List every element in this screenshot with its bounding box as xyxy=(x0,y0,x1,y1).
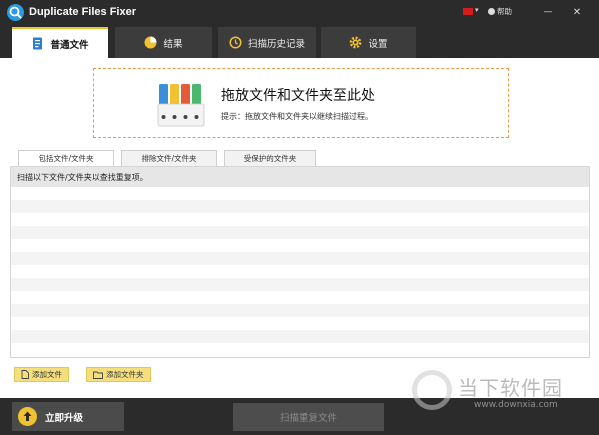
folder-list[interactable]: 扫描以下文件/文件夹以查找重复项。 xyxy=(10,166,590,358)
tab-scan-history[interactable]: 扫描历史记录 xyxy=(218,27,316,58)
drop-zone-hint: 提示：拖放文件和文件夹以继续扫描过程。 xyxy=(221,112,373,121)
minimize-button[interactable]: — xyxy=(540,4,556,20)
add-file-label: 添加文件 xyxy=(32,370,62,379)
list-row xyxy=(11,317,589,330)
pie-chart-icon xyxy=(144,36,157,49)
main-panel: 拖放文件和文件夹至此处 提示：拖放文件和文件夹以继续扫描过程。 包括文件/文件夹… xyxy=(0,58,599,398)
list-row xyxy=(11,278,589,291)
tab-label: 设置 xyxy=(368,38,388,50)
tab-results[interactable]: 结果 xyxy=(115,27,212,58)
folder-icon xyxy=(93,371,103,379)
list-row xyxy=(11,226,589,239)
file-icon xyxy=(21,370,29,379)
binders-icon xyxy=(157,84,205,127)
list-row xyxy=(11,291,589,304)
main-tab-bar: 普通文件 结果 扫描历史记录 设置 xyxy=(0,25,599,58)
tab-label: 结果 xyxy=(163,38,183,50)
language-caret-icon[interactable]: ▾ xyxy=(475,6,479,14)
upgrade-button[interactable]: 立即升级 xyxy=(12,402,124,431)
tab-label: 扫描历史记录 xyxy=(247,38,305,50)
list-row xyxy=(11,200,589,213)
language-flag-icon[interactable] xyxy=(463,8,473,15)
close-button[interactable]: ✕ xyxy=(568,4,586,20)
help-label: 帮助 xyxy=(497,7,512,16)
drop-zone-title: 拖放文件和文件夹至此处 xyxy=(221,88,375,104)
tab-normal-files[interactable]: 普通文件 xyxy=(12,27,108,58)
app-title: Duplicate Files Fixer xyxy=(29,6,136,18)
list-row xyxy=(11,252,589,265)
bottom-bar: 立即升级 扫描重复文件 xyxy=(0,398,599,435)
subtab-exclude[interactable]: 排除文件/文件夹 xyxy=(121,150,217,166)
add-file-button[interactable]: 添加文件 xyxy=(14,367,69,382)
app-logo-icon xyxy=(7,4,24,21)
list-row xyxy=(11,187,589,200)
upgrade-label: 立即升级 xyxy=(45,412,84,424)
folder-list-header: 扫描以下文件/文件夹以查找重复项。 xyxy=(11,167,589,187)
help-icon xyxy=(488,8,495,15)
tab-settings[interactable]: 设置 xyxy=(321,27,416,58)
subtab-protected[interactable]: 受保护的文件夹 xyxy=(224,150,316,166)
list-row xyxy=(11,265,589,278)
document-icon xyxy=(31,37,44,50)
subtab-include[interactable]: 包括文件/文件夹 xyxy=(18,150,114,166)
scan-duplicates-button[interactable]: 扫描重复文件 xyxy=(233,403,384,431)
list-row xyxy=(11,330,589,343)
drop-zone[interactable]: 拖放文件和文件夹至此处 提示：拖放文件和文件夹以继续扫描过程。 xyxy=(93,68,509,138)
arrow-up-icon xyxy=(18,407,37,426)
gear-icon xyxy=(349,36,362,49)
add-folder-button[interactable]: 添加文件夹 xyxy=(86,367,151,382)
list-row xyxy=(11,343,589,356)
add-folder-label: 添加文件夹 xyxy=(106,370,144,379)
list-row xyxy=(11,304,589,317)
list-row xyxy=(11,239,589,252)
tab-label: 普通文件 xyxy=(50,39,89,51)
title-bar: Duplicate Files Fixer ▾ 帮助 — ✕ xyxy=(0,0,599,25)
history-icon xyxy=(229,36,242,49)
help-button[interactable]: 帮助 xyxy=(488,6,512,17)
list-row xyxy=(11,213,589,226)
